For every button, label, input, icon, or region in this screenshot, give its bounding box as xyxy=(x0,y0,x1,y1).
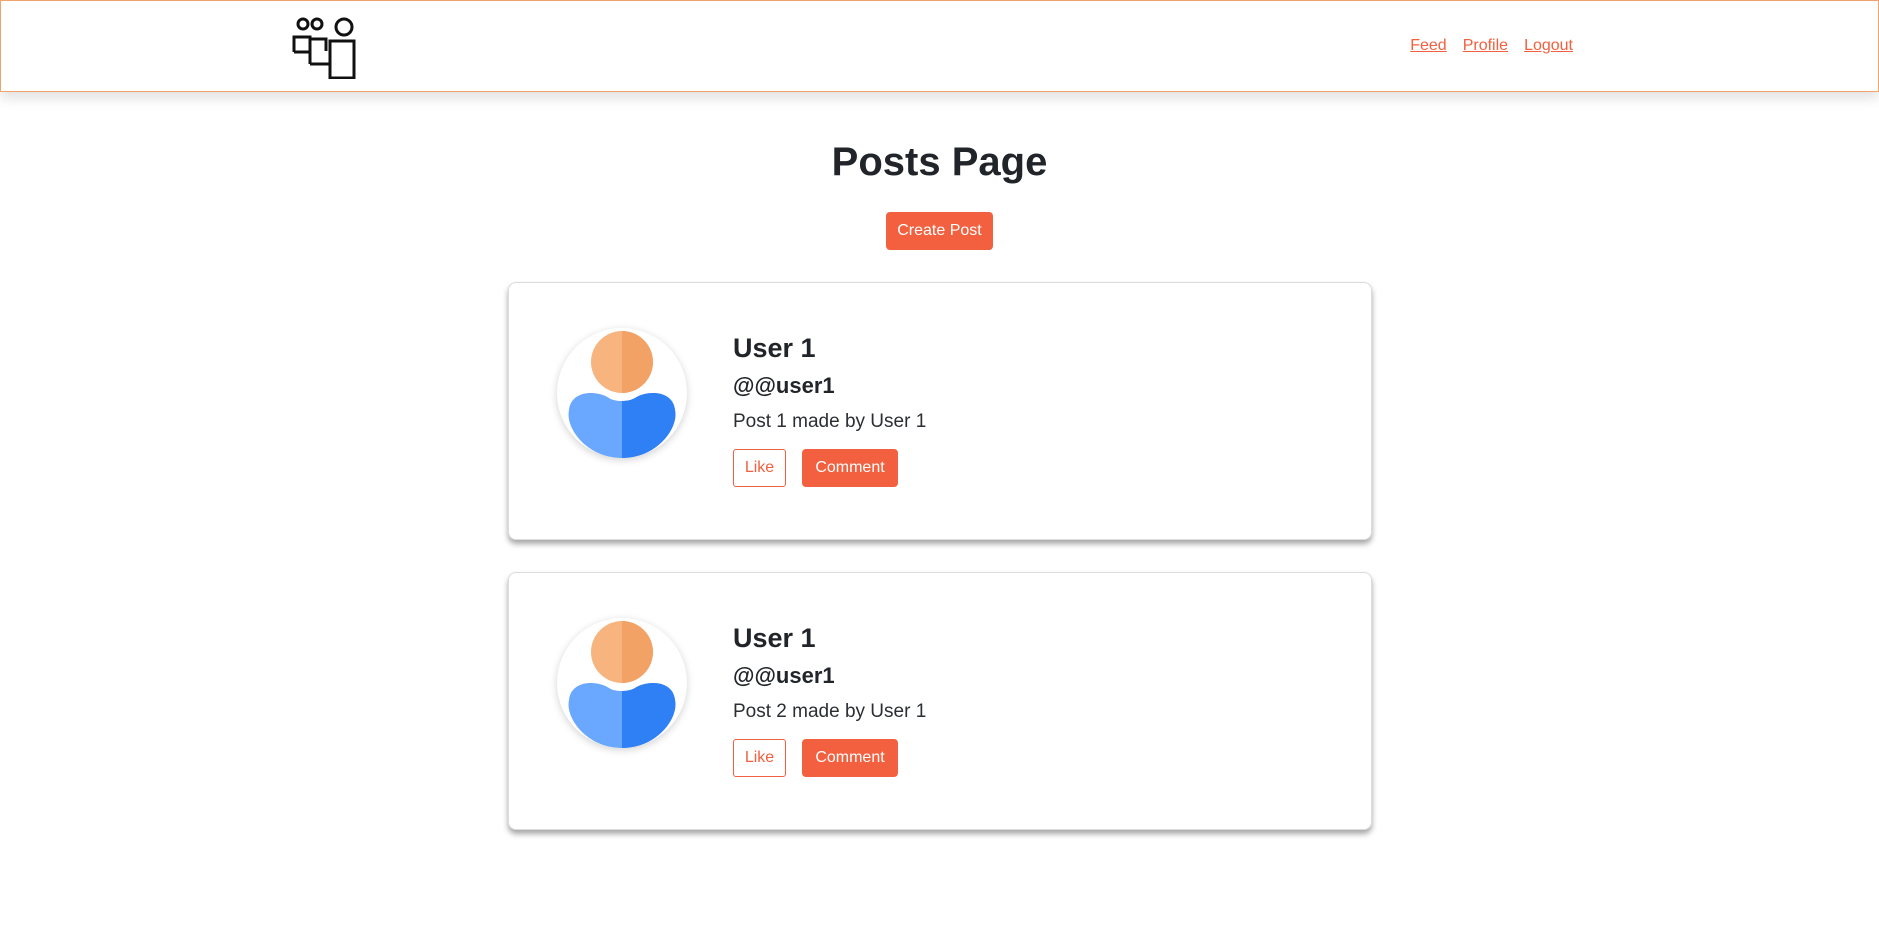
post-author-handle: @@user1 xyxy=(733,663,835,688)
page-title: Posts Page xyxy=(831,140,1048,184)
post-author-name: User 1 xyxy=(733,623,816,653)
user-avatar-icon xyxy=(557,618,687,748)
post-body: User 1 @@user1 Post 2 made by User 1 Lik… xyxy=(733,621,926,777)
post-card: User 1 @@user1 Post 2 made by User 1 Lik… xyxy=(508,572,1372,830)
post-card: User 1 @@user1 Post 1 made by User 1 Lik… xyxy=(508,282,1372,540)
nav-link-feed[interactable]: Feed xyxy=(1410,37,1446,55)
create-post-button[interactable]: Create Post xyxy=(886,212,993,250)
nav-links: Feed Profile Logout xyxy=(1410,37,1573,55)
posts-list: User 1 @@user1 Post 1 made by User 1 Lik… xyxy=(508,282,1372,862)
post-author-handle: @@user1 xyxy=(733,373,835,398)
people-group-icon[interactable] xyxy=(291,15,359,80)
post-author-name: User 1 xyxy=(733,333,816,363)
comment-button[interactable]: Comment xyxy=(802,449,898,487)
post-body: User 1 @@user1 Post 1 made by User 1 Lik… xyxy=(733,331,926,487)
comment-button[interactable]: Comment xyxy=(802,739,898,777)
like-button[interactable]: Like xyxy=(733,449,786,487)
post-actions: Like Comment xyxy=(733,449,926,487)
user-avatar-icon xyxy=(557,328,687,458)
post-text: Post 2 made by User 1 xyxy=(733,701,927,722)
post-text: Post 1 made by User 1 xyxy=(733,411,927,432)
post-actions: Like Comment xyxy=(733,739,926,777)
nav-link-logout[interactable]: Logout xyxy=(1524,37,1573,55)
nav-link-profile[interactable]: Profile xyxy=(1463,37,1508,55)
navbar: Feed Profile Logout xyxy=(0,0,1879,92)
like-button[interactable]: Like xyxy=(733,739,786,777)
